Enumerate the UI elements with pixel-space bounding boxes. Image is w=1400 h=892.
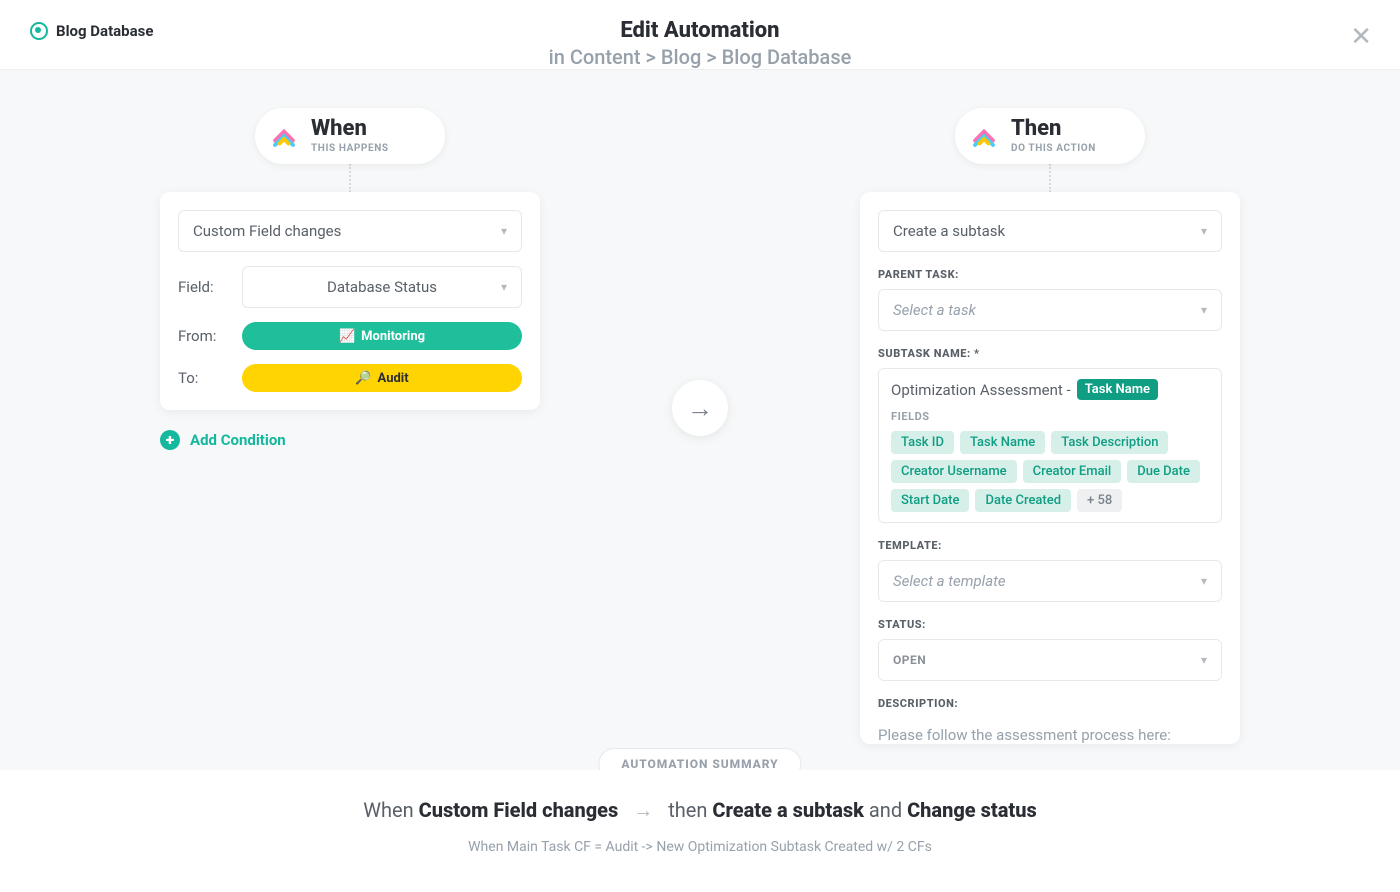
then-column: Then DO THIS ACTION Create a subtask ▾ P…: [700, 108, 1400, 770]
template-placeholder: Select a template: [893, 572, 1006, 590]
when-column: When THIS HAPPENS Custom Field changes ▾…: [0, 108, 700, 770]
template-select[interactable]: Select a template ▾: [878, 560, 1222, 602]
header: Blog Database Edit Automation in Content…: [0, 0, 1400, 70]
then-heading: Then: [1011, 118, 1096, 140]
connector-line: [349, 164, 351, 192]
chevron-down-icon: ▾: [501, 224, 507, 238]
summary-sentence: When Custom Field changes → then Create …: [0, 798, 1400, 823]
fields-heading: FIELDS: [891, 410, 1209, 423]
chevron-down-icon: ▾: [1201, 303, 1207, 317]
field-select[interactable]: Database Status ▾: [242, 266, 522, 308]
to-value-badge[interactable]: 🔎 Audit: [242, 364, 522, 392]
from-label: From:: [178, 327, 230, 345]
field-chip[interactable]: Task ID: [891, 431, 954, 454]
breadcrumb-prefix: in: [549, 45, 570, 69]
when-heading: When: [311, 118, 389, 140]
field-value: Database Status: [327, 278, 437, 296]
field-chip[interactable]: Task Name: [960, 431, 1045, 454]
summary-footer: When Custom Field changes → then Create …: [0, 770, 1400, 890]
summary-then-bold-2: Change status: [907, 798, 1037, 822]
location-pin-icon: [30, 22, 48, 40]
summary-when-bold: Custom Field changes: [419, 798, 619, 822]
status-select[interactable]: OPEN ▾: [878, 639, 1222, 681]
field-chip[interactable]: Start Date: [891, 489, 969, 512]
automation-canvas: When THIS HAPPENS Custom Field changes ▾…: [0, 70, 1400, 770]
field-chip[interactable]: Due Date: [1127, 460, 1200, 483]
subtask-name-input[interactable]: Optimization Assessment - Task Name FIEL…: [878, 368, 1222, 523]
field-row: Field: Database Status ▾: [178, 266, 522, 308]
summary-then-word: then: [668, 798, 712, 822]
plus-icon: +: [160, 430, 180, 450]
status-value: OPEN: [893, 653, 926, 667]
summary-when-word: When: [363, 798, 418, 822]
action-value: Create a subtask: [893, 222, 1005, 240]
parent-task-select[interactable]: Select a task ▾: [878, 289, 1222, 331]
chevron-down-icon: ▾: [1201, 653, 1207, 667]
chevron-down-icon: ▾: [1201, 574, 1207, 588]
breadcrumb-path: Content > Blog > Blog Database: [570, 45, 851, 69]
when-header-pill: When THIS HAPPENS: [255, 108, 445, 164]
page-breadcrumb: in Content > Blog > Blog Database: [0, 45, 1400, 69]
summary-pill: AUTOMATION SUMMARY: [598, 748, 801, 770]
status-label: STATUS:: [878, 618, 1222, 631]
field-chip[interactable]: Task Description: [1051, 431, 1168, 454]
app-icon: [269, 121, 299, 151]
field-label: Field:: [178, 278, 230, 296]
action-select[interactable]: Create a subtask ▾: [878, 210, 1222, 252]
task-name-token[interactable]: Task Name: [1077, 379, 1158, 400]
app-icon: [969, 121, 999, 151]
summary-then-bold-1: Create a subtask: [712, 798, 864, 822]
chart-emoji-icon: 📈: [339, 329, 355, 344]
location-breadcrumb[interactable]: Blog Database: [30, 22, 153, 40]
to-row: To: 🔎 Audit: [178, 364, 522, 392]
flow-arrow-icon: →: [672, 380, 728, 436]
template-label: TEMPLATE:: [878, 539, 1222, 552]
chevron-down-icon: ▾: [1201, 224, 1207, 238]
trigger-card: Custom Field changes ▾ Field: Database S…: [160, 192, 540, 410]
action-card: Create a subtask ▾ PARENT TASK: Select a…: [860, 192, 1240, 744]
subtask-name-content: Optimization Assessment - Task Name: [891, 379, 1209, 400]
to-value: Audit: [378, 371, 409, 386]
description-text: Please follow the assessment process her…: [878, 718, 1222, 744]
then-subheading: DO THIS ACTION: [1011, 143, 1096, 154]
arrow-icon: →: [633, 798, 653, 822]
to-label: To:: [178, 369, 230, 387]
trigger-value: Custom Field changes: [193, 222, 341, 240]
page-title: Edit Automation: [0, 18, 1400, 43]
title-block: Edit Automation in Content > Blog > Blog…: [0, 18, 1400, 69]
field-chip[interactable]: Creator Email: [1023, 460, 1122, 483]
location-name: Blog Database: [56, 22, 153, 40]
magnify-emoji-icon: 🔎: [355, 371, 371, 386]
trigger-select[interactable]: Custom Field changes ▾: [178, 210, 522, 252]
parent-task-label: PARENT TASK:: [878, 268, 1222, 281]
when-subheading: THIS HAPPENS: [311, 143, 389, 154]
chevron-down-icon: ▾: [501, 280, 507, 294]
field-chip[interactable]: Creator Username: [891, 460, 1017, 483]
subtask-name-label: SUBTASK NAME: *: [878, 347, 1222, 360]
parent-task-placeholder: Select a task: [893, 301, 976, 319]
close-icon[interactable]: ✕: [1350, 22, 1372, 52]
field-chips: Task ID Task Name Task Description Creat…: [891, 431, 1209, 512]
description-label: DESCRIPTION:: [878, 697, 1222, 710]
then-header-pill: Then DO THIS ACTION: [955, 108, 1145, 164]
add-condition-label: Add Condition: [190, 431, 286, 449]
subtask-name-text: Optimization Assessment -: [891, 381, 1071, 399]
connector-line: [1049, 164, 1051, 192]
from-value: Monitoring: [361, 329, 425, 344]
add-condition-button[interactable]: + Add Condition: [160, 430, 286, 450]
from-value-badge[interactable]: 📈 Monitoring: [242, 322, 522, 350]
summary-and-word: and: [864, 798, 907, 822]
summary-subtitle: When Main Task CF = Audit -> New Optimiz…: [0, 839, 1400, 855]
field-chip[interactable]: Date Created: [975, 489, 1071, 512]
from-row: From: 📈 Monitoring: [178, 322, 522, 350]
more-fields-chip[interactable]: + 58: [1077, 489, 1122, 512]
